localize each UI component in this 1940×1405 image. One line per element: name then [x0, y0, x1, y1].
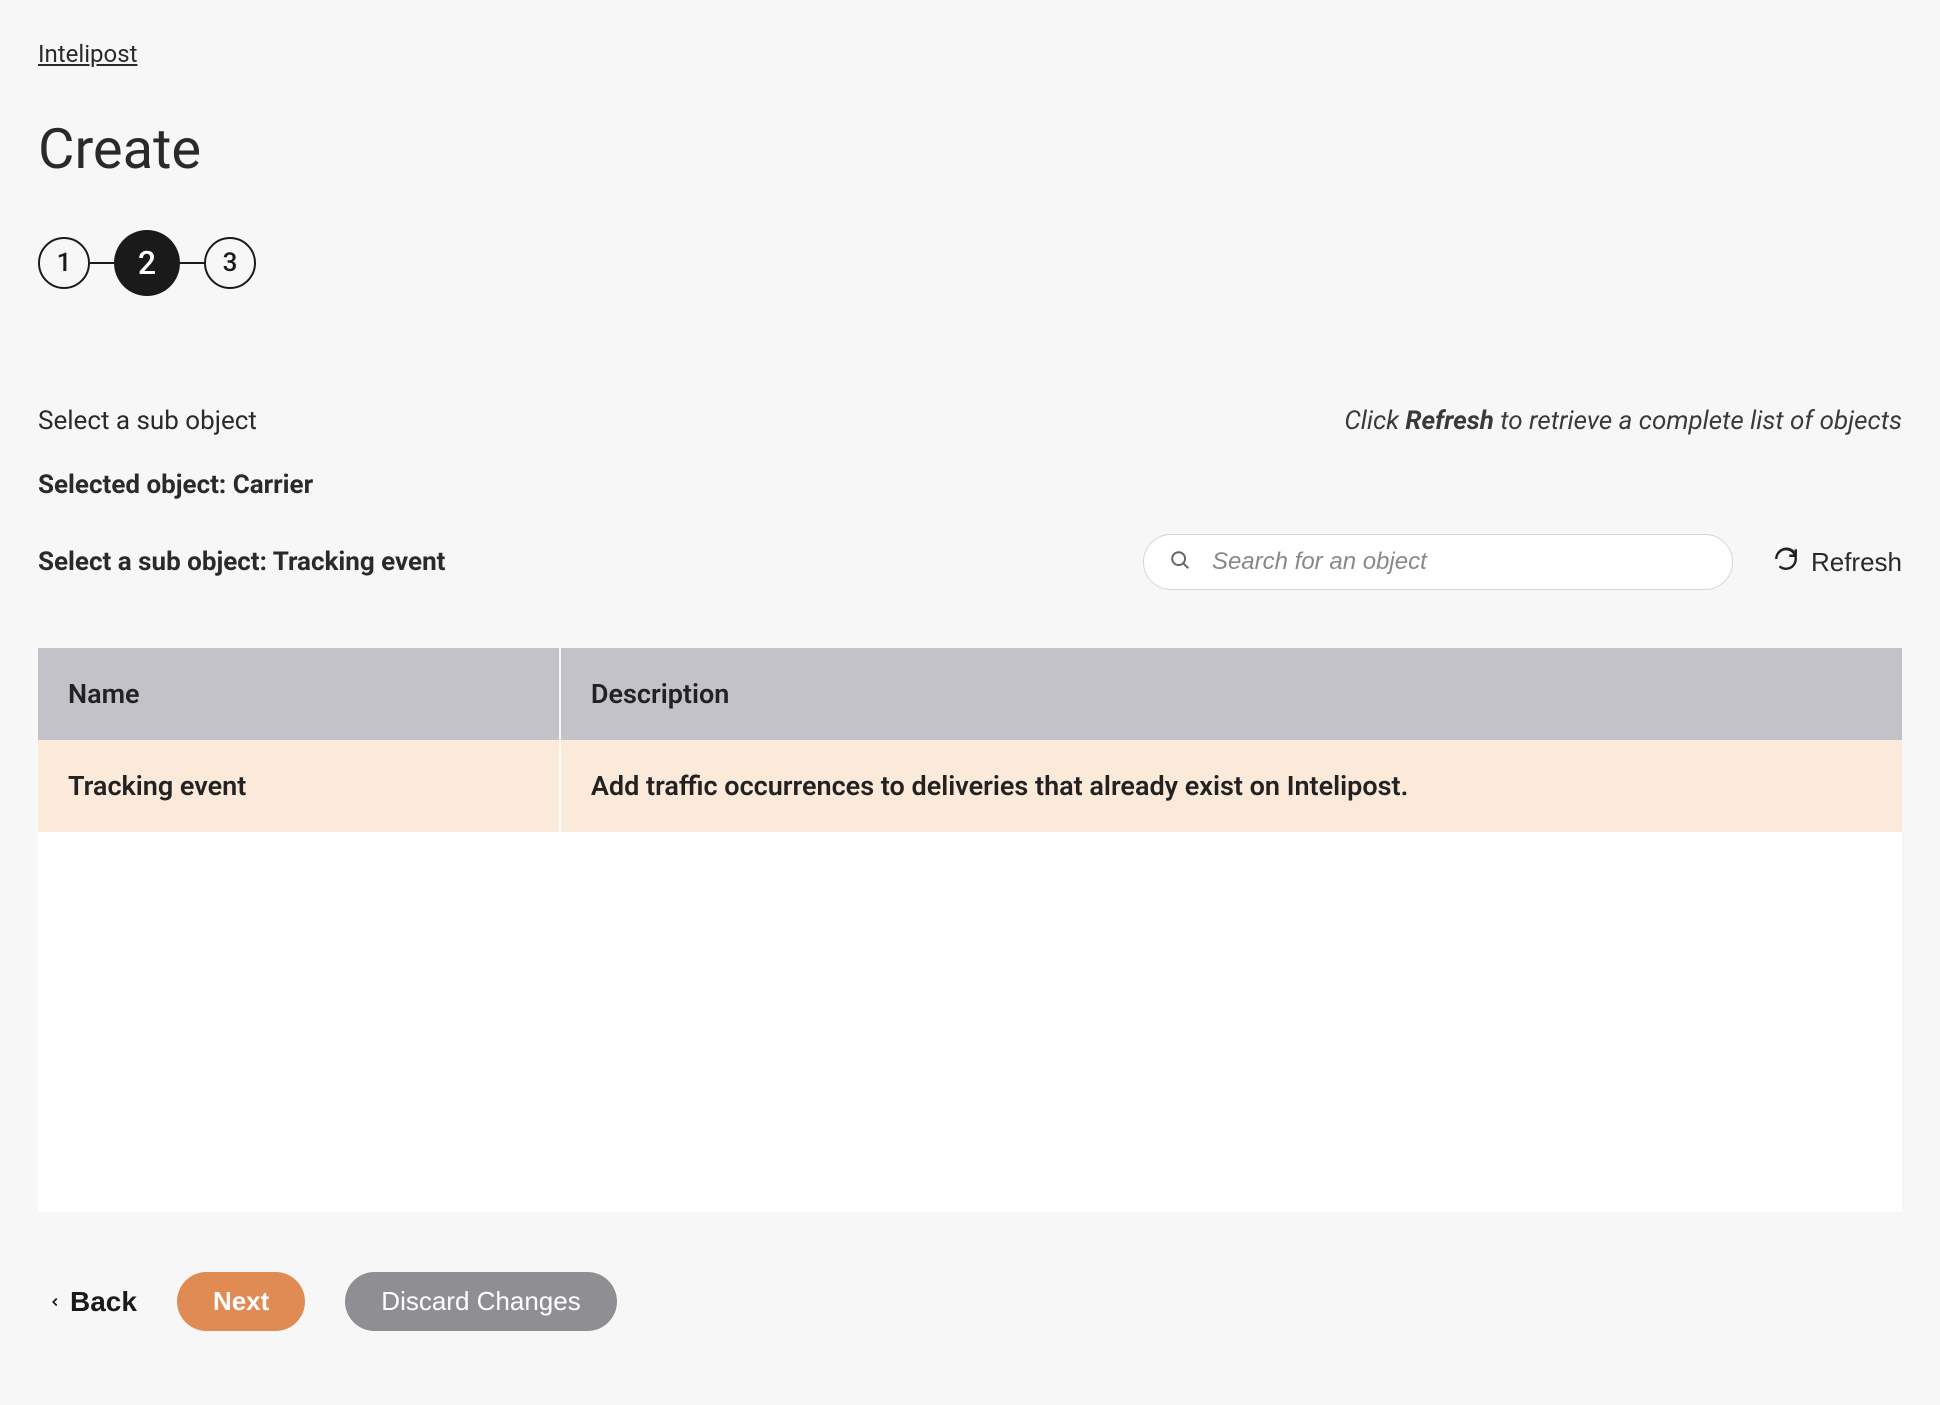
hint-prefix: Click — [1344, 406, 1405, 436]
objects-table: Name Description Tracking event Add traf… — [38, 648, 1902, 1212]
refresh-label: Refresh — [1811, 547, 1902, 578]
search-input[interactable] — [1143, 534, 1733, 590]
back-label: Back — [70, 1286, 137, 1318]
step-connector — [180, 262, 204, 264]
select-sub-object-label: Select a sub object — [38, 406, 257, 436]
sub-object-label: Select a sub object: Tracking event — [38, 547, 445, 577]
cell-description: Add traffic occurrences to deliveries th… — [560, 740, 1902, 832]
hint-suffix: to retrieve a complete list of objects — [1494, 406, 1902, 436]
refresh-hint: Click Refresh to retrieve a complete lis… — [1344, 406, 1902, 436]
search-icon — [1169, 549, 1191, 575]
table-row[interactable]: Tracking event Add traffic occurrences t… — [38, 740, 1902, 832]
table-header-row: Name Description — [38, 648, 1902, 740]
refresh-button[interactable]: Refresh — [1773, 546, 1902, 579]
back-button[interactable]: Back — [48, 1286, 137, 1318]
col-header-description[interactable]: Description — [560, 648, 1902, 740]
cell-name: Tracking event — [38, 740, 560, 832]
step-connector — [90, 262, 114, 264]
sub-object-row: Select a sub object: Tracking event Refr… — [38, 534, 1902, 590]
next-button[interactable]: Next — [177, 1272, 305, 1331]
search-wrap — [1143, 534, 1733, 590]
refresh-icon — [1773, 546, 1799, 579]
discard-changes-button[interactable]: Discard Changes — [345, 1272, 616, 1331]
right-controls: Refresh — [1143, 534, 1902, 590]
selected-object-label: Selected object: Carrier — [38, 470, 1902, 500]
hint-strong: Refresh — [1405, 406, 1494, 436]
footer: Back Next Discard Changes — [38, 1272, 1902, 1331]
breadcrumb[interactable]: Intelipost — [38, 40, 137, 68]
step-1[interactable]: 1 — [38, 237, 90, 289]
chevron-left-icon — [48, 1286, 62, 1318]
info-row: Select a sub object Click Refresh to ret… — [38, 406, 1902, 436]
page-title: Create — [38, 116, 1902, 182]
step-3[interactable]: 3 — [204, 237, 256, 289]
step-2[interactable]: 2 — [114, 230, 180, 296]
table-filler — [38, 832, 1902, 1212]
col-header-name[interactable]: Name — [38, 648, 560, 740]
stepper: 1 2 3 — [38, 230, 1902, 296]
